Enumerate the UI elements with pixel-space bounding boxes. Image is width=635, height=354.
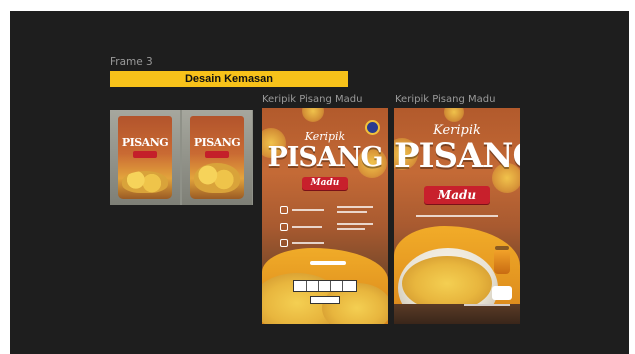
bag-chips-image <box>122 171 168 193</box>
bag-pisang-text: PISANG <box>193 136 241 149</box>
info-text-line <box>292 226 322 228</box>
bag-chips-image <box>194 163 240 193</box>
info-text-line <box>310 261 346 265</box>
pisang-title: PISANG <box>394 136 520 176</box>
pisang-title: PISANG <box>267 142 383 173</box>
package-photos[interactable]: PISANG PISANG <box>110 110 253 205</box>
weight-badge <box>492 286 512 300</box>
info-text-line <box>337 206 373 208</box>
bag-pisang-text: PISANG <box>121 136 169 149</box>
info-text-line <box>337 228 365 230</box>
info-text-line <box>464 304 510 306</box>
bag-madu-banner <box>133 151 157 158</box>
package-bag-image: PISANG <box>190 116 244 199</box>
package-bag-image: PISANG <box>118 116 172 199</box>
design-label-1[interactable]: Keripik Pisang Madu <box>262 94 362 105</box>
info-text-line <box>292 242 324 244</box>
madu-banner: Madu <box>424 186 490 204</box>
package-photo-front: PISANG <box>110 110 180 205</box>
package-design-back[interactable]: Keripik PISANG Madu <box>262 108 388 324</box>
frame-label[interactable]: Frame 3 <box>110 56 153 68</box>
package-photo-back: PISANG <box>182 110 252 205</box>
package-design-front[interactable]: Keripik PISANG Madu <box>394 108 520 324</box>
info-icon <box>280 206 288 214</box>
info-icon <box>280 239 288 247</box>
bag-madu-banner <box>205 151 229 158</box>
info-icon <box>280 223 288 231</box>
tagline <box>416 215 498 217</box>
madu-banner: Madu <box>302 177 348 190</box>
design-label-2[interactable]: Keripik Pisang Madu <box>395 94 495 105</box>
section-title[interactable]: Desain Kemasan <box>110 71 348 87</box>
wood-table-image <box>394 304 520 324</box>
honey-jar-image <box>494 250 510 274</box>
info-text-line <box>337 223 373 225</box>
chips-image <box>402 256 492 311</box>
info-text-line <box>292 209 324 211</box>
certification-logos <box>310 296 340 304</box>
info-text-line <box>337 211 367 213</box>
nutrition-table <box>293 280 357 292</box>
